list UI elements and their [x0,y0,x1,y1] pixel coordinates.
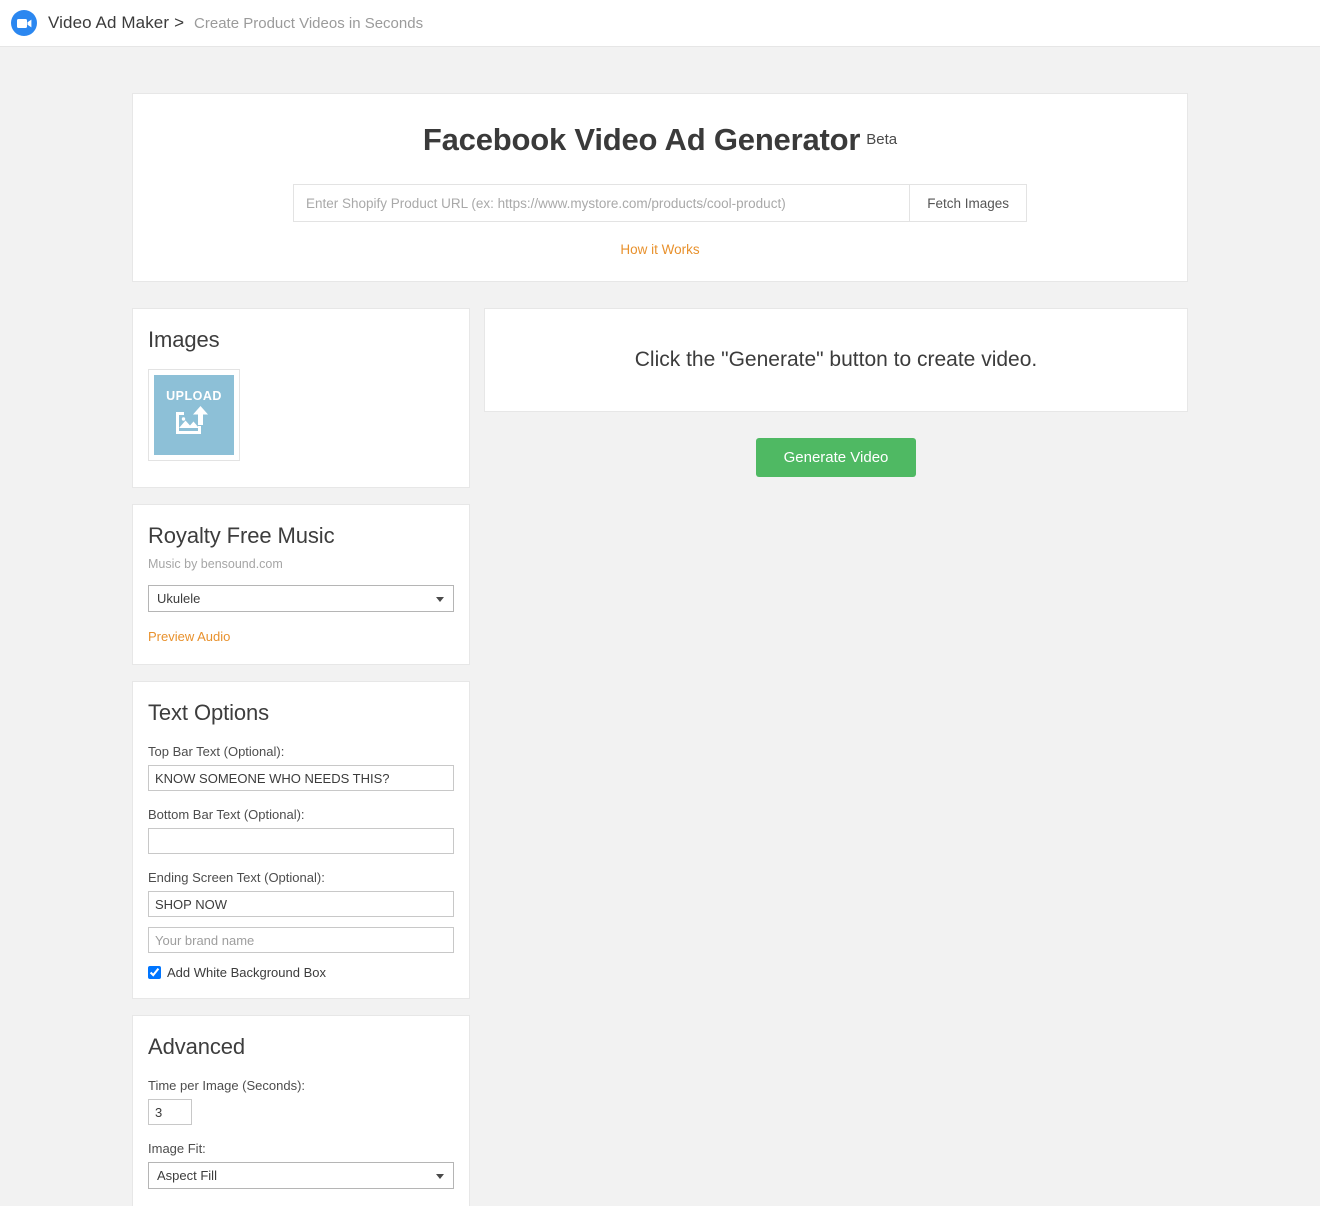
upload-tile-inner: UPLOAD [154,375,234,455]
white-background-box-row[interactable]: Add White Background Box [148,965,454,980]
video-preview-card: Click the "Generate" button to create vi… [484,308,1188,412]
music-panel-title: Royalty Free Music [148,523,335,548]
advanced-panel: Advanced Time per Image (Seconds): Image… [132,1015,470,1206]
time-per-image-input[interactable] [148,1099,192,1125]
generate-video-button[interactable]: Generate Video [755,438,917,477]
generator-header-card: Facebook Video Ad Generator Beta Fetch Im… [132,93,1188,282]
advanced-panel-title: Advanced [148,1034,246,1059]
top-bar: Video Ad Maker > Create Product Videos i… [0,0,1320,47]
top-bar-text-label: Top Bar Text (Optional): [148,744,285,759]
images-panel-title: Images [148,327,220,352]
image-fit-select[interactable]: Aspect Fill [148,1162,454,1189]
white-background-box-label: Add White Background Box [167,965,326,980]
fetch-images-button[interactable]: Fetch Images [909,184,1027,222]
breadcrumb-separator: > [174,13,185,32]
product-url-input[interactable] [293,184,910,222]
left-column: Images UPLOAD Royalty Free Music Music b… [132,308,470,1206]
right-column: Click the "Generate" button to create vi… [484,308,1188,477]
text-options-title: Text Options [148,700,270,725]
preview-audio-link[interactable]: Preview Audio [148,629,230,644]
page-title: Facebook Video Ad Generator [422,122,861,157]
image-fit-label: Image Fit: [148,1141,206,1156]
how-it-works-link[interactable]: How it Works [620,242,699,257]
url-fetch-row: Fetch Images [293,184,1027,222]
upload-image-button[interactable]: UPLOAD [148,369,240,461]
bottom-bar-text-input[interactable] [148,828,454,854]
ending-screen-text-label: Ending Screen Text (Optional): [148,870,325,885]
music-track-selected-value: Ukulele [157,591,201,606]
main-columns: Images UPLOAD Royalty Free Music Music b… [132,308,1188,1206]
brand-name-input[interactable] [148,927,454,953]
music-panel: Royalty Free Music Music by bensound.com… [132,504,470,665]
upload-label: UPLOAD [166,389,222,403]
images-panel: Images UPLOAD [132,308,470,488]
content-wrapper: Facebook Video Ad Generator Beta Fetch Im… [132,47,1188,1206]
image-fit-selected-value: Aspect Fill [157,1168,217,1183]
music-credit: Music by bensound.com [148,557,283,571]
brand-tagline: Create Product Videos in Seconds [194,14,424,32]
music-track-select[interactable]: Ukulele [148,585,454,612]
page-body: Facebook Video Ad Generator Beta Fetch Im… [0,47,1320,1206]
brand-name[interactable]: Video Ad Maker [48,13,169,33]
time-per-image-label: Time per Image (Seconds): [148,1078,306,1093]
video-camera-icon [11,10,37,36]
bottom-bar-text-label: Bottom Bar Text (Optional): [148,807,305,822]
white-background-box-checkbox[interactable] [148,966,161,979]
preview-placeholder-message: Click the "Generate" button to create vi… [634,348,1038,371]
top-bar-text-input[interactable] [148,765,454,791]
image-upload-icon [174,406,214,441]
ending-screen-text-input[interactable] [148,891,454,917]
chevron-down-icon [436,1173,444,1179]
text-options-panel: Text Options Top Bar Text (Optional): Bo… [132,681,470,999]
chevron-down-icon [436,596,444,602]
beta-badge: Beta [866,130,898,148]
generate-button-wrapper: Generate Video [484,438,1188,477]
